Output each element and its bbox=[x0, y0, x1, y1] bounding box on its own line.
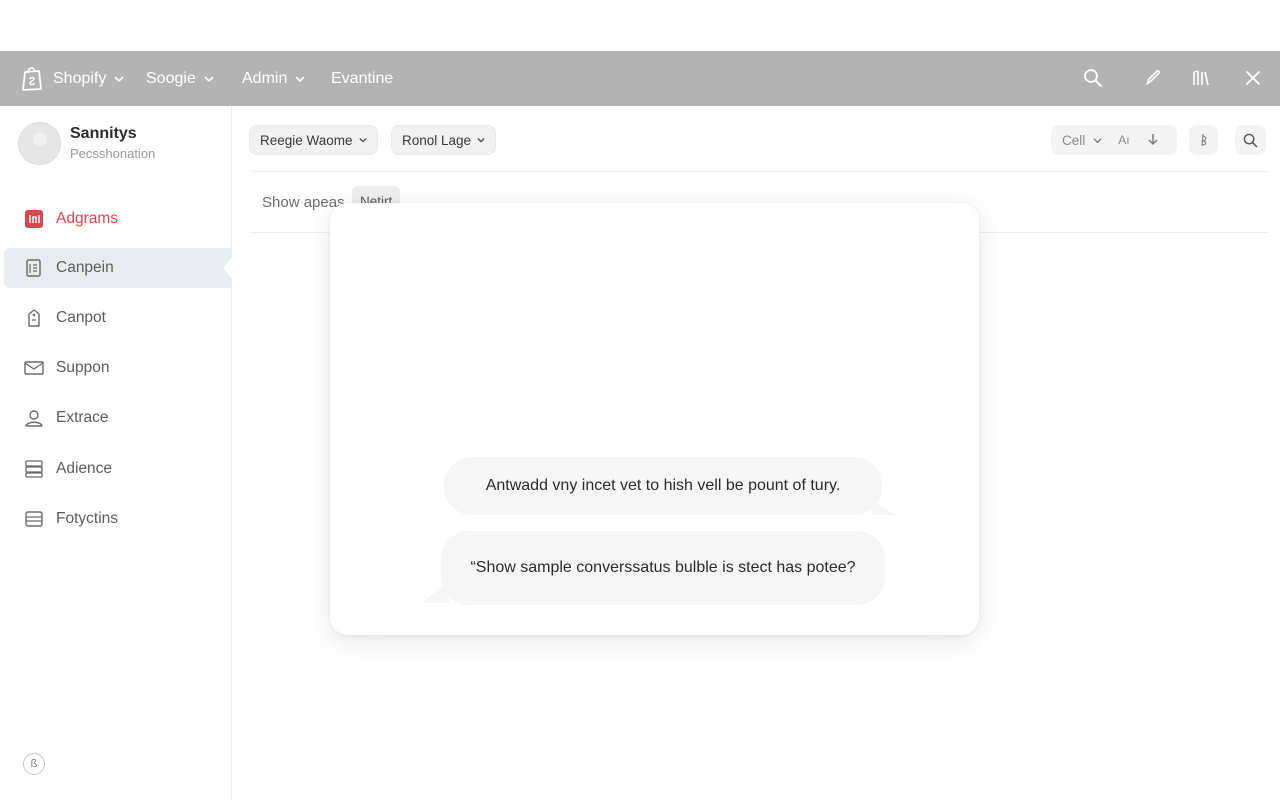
sidebar: Sannitys Pecsshonation Adgrams Canpein C… bbox=[0, 106, 233, 800]
view-options-group: Cell Aı bbox=[1051, 125, 1177, 155]
nav-item-evantine[interactable]: Evantine bbox=[331, 51, 393, 106]
sidebar-item-fotyctins[interactable]: Fotyctins bbox=[4, 499, 232, 539]
chevron-down-icon bbox=[358, 137, 367, 143]
nav-item-label: Shopify bbox=[53, 69, 107, 87]
download-icon[interactable] bbox=[1146, 133, 1160, 147]
grid-icon bbox=[24, 209, 44, 229]
top-navbar: Shopify Soogie Admin Evantine bbox=[0, 51, 1280, 106]
chevron-down-icon bbox=[114, 75, 124, 82]
chat-bubble-outgoing: “Show sample converssatus bulble is stec… bbox=[421, 531, 885, 605]
nav-item-label: Evantine bbox=[331, 69, 394, 87]
divider bbox=[250, 171, 1268, 172]
sidebar-item-suppon[interactable]: Suppon bbox=[4, 348, 232, 388]
cell-dropdown-label[interactable]: Cell bbox=[1062, 133, 1085, 148]
library-icon[interactable] bbox=[1190, 67, 1212, 89]
tag-icon bbox=[24, 308, 44, 328]
chat-bubble-text: Antwadd vny incet vet to hish vell be po… bbox=[485, 477, 841, 494]
search-icon[interactable] bbox=[1235, 125, 1266, 155]
chat-bubble-incoming: Antwadd vny incet vet to hish vell be po… bbox=[444, 457, 896, 515]
sidebar-item-label: Suppon bbox=[56, 359, 110, 376]
sidebar-item-canpot[interactable]: Canpot bbox=[4, 298, 232, 338]
nav-item-admin[interactable]: Admin bbox=[242, 51, 305, 106]
nav-item-shopify[interactable]: Shopify bbox=[53, 51, 124, 106]
filter-dropdown-2[interactable]: Ronol Lage bbox=[391, 125, 497, 155]
chevron-down-icon bbox=[477, 137, 485, 143]
filter-label: Reegie Waome bbox=[260, 132, 353, 148]
sidebar-item-canpein[interactable]: Canpein bbox=[4, 248, 233, 288]
sidebar-item-label: Adience bbox=[56, 460, 113, 477]
conversation-modal: Antwadd vny incet vet to hish vell be po… bbox=[330, 203, 979, 635]
search-icon[interactable] bbox=[1082, 67, 1104, 89]
shopify-bag-icon[interactable] bbox=[20, 65, 44, 91]
edit-icon[interactable] bbox=[1142, 67, 1164, 89]
close-icon[interactable] bbox=[1242, 67, 1264, 89]
filter-label: Ronol Lage bbox=[402, 132, 472, 148]
section-subhead: Show apeas bbox=[262, 194, 345, 211]
sidebar-item-label: Canpein bbox=[56, 259, 114, 276]
sidebar-item-label: Adgrams bbox=[56, 210, 119, 227]
filter-dropdown-1[interactable]: Reegie Waome bbox=[249, 125, 378, 155]
user-role: Pecsshonation bbox=[70, 146, 156, 161]
nav-item-label: Admin bbox=[242, 69, 288, 87]
document-icon bbox=[24, 258, 44, 278]
text-size-button[interactable]: Aı bbox=[1118, 133, 1129, 147]
chevron-down-icon[interactable] bbox=[1093, 136, 1102, 145]
card-icon bbox=[24, 509, 44, 529]
nav-item-label: Soogie bbox=[146, 69, 196, 87]
chat-bubble-text: “Show sample converssatus bulble is stec… bbox=[470, 559, 856, 576]
avatar[interactable] bbox=[18, 122, 61, 165]
chevron-down-icon bbox=[204, 75, 214, 82]
chevron-down-icon bbox=[295, 75, 305, 82]
sidebar-item-label: Fotyctins bbox=[56, 510, 119, 527]
top-whitespace bbox=[0, 0, 1280, 51]
mail-icon bbox=[24, 358, 44, 378]
sidebar-item-label: Extrace bbox=[56, 409, 109, 426]
nav-item-soogie[interactable]: Soogie bbox=[146, 51, 214, 106]
sidebar-item-label: Canpot bbox=[56, 309, 106, 326]
help-button[interactable]: ß bbox=[23, 753, 45, 775]
sidebar-item-adgrams[interactable]: Adgrams bbox=[4, 199, 232, 239]
sidebar-item-adience[interactable]: Adience bbox=[4, 449, 232, 489]
user-name: Sannitys bbox=[70, 125, 137, 142]
database-icon bbox=[24, 459, 44, 479]
hash-icon[interactable] bbox=[1189, 125, 1218, 155]
sidebar-item-extrace[interactable]: Extrace bbox=[4, 398, 232, 438]
user-icon bbox=[24, 408, 44, 428]
